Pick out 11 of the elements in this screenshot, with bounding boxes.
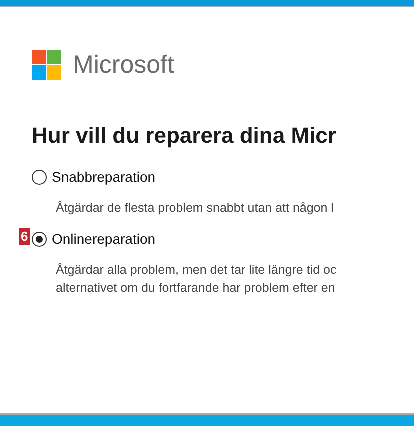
radio-button[interactable] <box>32 170 47 184</box>
step-badge: 6 <box>19 228 30 244</box>
option-description: alternativet om du fortfarande har problem efter en <box>56 280 336 296</box>
dialog-heading: Hur vill du reparera dina Micr <box>32 122 338 150</box>
option-label: Snabbreparation <box>52 168 156 187</box>
radio-button[interactable] <box>32 232 47 246</box>
logo-icon <box>32 50 61 80</box>
brand-name: Microsoft <box>73 52 174 78</box>
option-label: Onlinereparation <box>52 230 156 249</box>
option-description: Åtgärdar de flesta problem snabbt utan att någon l <box>56 200 335 216</box>
option-description: Åtgärdar alla problem, men det tar lite längre tid oc <box>56 262 338 278</box>
